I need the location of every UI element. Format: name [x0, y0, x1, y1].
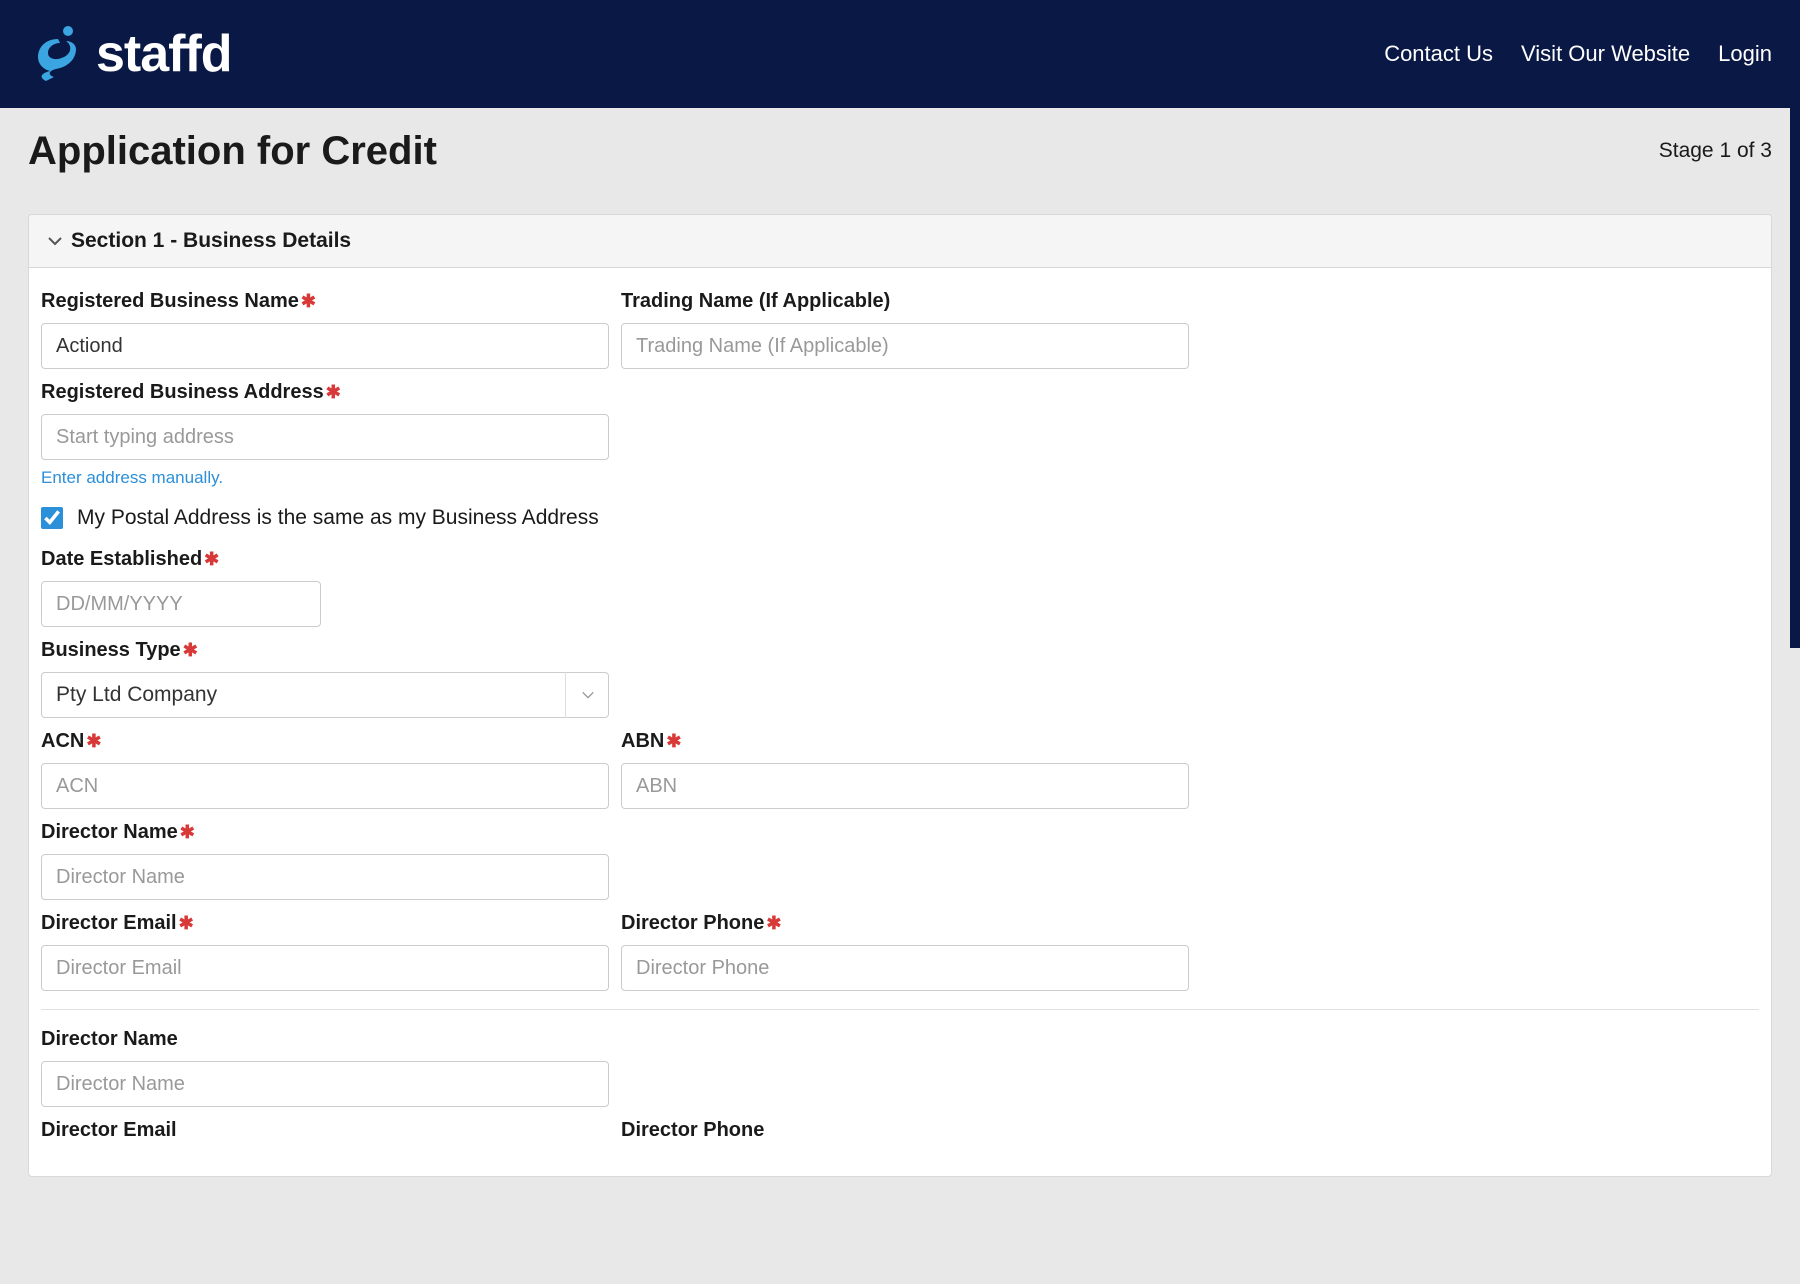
- business-type-label: Business Type✱: [41, 639, 609, 662]
- header: staffd Contact Us Visit Our Website Logi…: [0, 0, 1800, 108]
- chevron-down-icon: [47, 233, 63, 249]
- trading-name-input[interactable]: [621, 323, 1189, 369]
- director1-email-label: Director Email✱: [41, 912, 609, 935]
- date-established-label: Date Established✱: [41, 548, 321, 571]
- divider: [41, 1009, 1759, 1010]
- required-star-icon: ✱: [326, 382, 341, 402]
- director2-email-label: Director Email: [41, 1119, 609, 1142]
- director2-phone-label: Director Phone: [621, 1119, 1189, 1142]
- nav-login[interactable]: Login: [1718, 41, 1772, 67]
- required-star-icon: ✱: [766, 913, 781, 933]
- brand-name: staffd: [96, 24, 232, 84]
- trading-name-label: Trading Name (If Applicable): [621, 290, 1189, 313]
- section-1-header[interactable]: Section 1 - Business Details: [29, 215, 1771, 268]
- scrollbar-track: [1790, 108, 1800, 1284]
- section-1-body: Registered Business Name✱ Trading Name (…: [29, 268, 1771, 1176]
- logo: staffd: [28, 24, 232, 84]
- required-star-icon: ✱: [204, 549, 219, 569]
- title-bar: Application for Credit Stage 1 of 3: [0, 108, 1800, 194]
- postal-same-row: My Postal Address is the same as my Busi…: [41, 506, 1759, 530]
- required-star-icon: ✱: [180, 822, 195, 842]
- director2-name-group: Director Name: [41, 1028, 609, 1107]
- date-established-group: Date Established✱: [41, 548, 321, 627]
- director1-email-input[interactable]: [41, 945, 609, 991]
- scrollbar-thumb[interactable]: [1790, 108, 1800, 648]
- director2-email-group: Director Email: [41, 1119, 609, 1152]
- abn-label: ABN✱: [621, 730, 1189, 753]
- business-address-group: Registered Business Address✱ Enter addre…: [41, 381, 609, 488]
- nav-contact[interactable]: Contact Us: [1384, 41, 1493, 67]
- business-name-group: Registered Business Name✱: [41, 290, 609, 369]
- required-star-icon: ✱: [179, 913, 194, 933]
- acn-input[interactable]: [41, 763, 609, 809]
- director1-phone-group: Director Phone✱: [621, 912, 1189, 991]
- director1-name-input[interactable]: [41, 854, 609, 900]
- stage-indicator: Stage 1 of 3: [1659, 139, 1772, 163]
- postal-same-label: My Postal Address is the same as my Busi…: [77, 506, 599, 530]
- abn-input[interactable]: [621, 763, 1189, 809]
- business-name-label: Registered Business Name✱: [41, 290, 609, 313]
- required-star-icon: ✱: [86, 731, 101, 751]
- director1-phone-label: Director Phone✱: [621, 912, 1189, 935]
- business-name-input[interactable]: [41, 323, 609, 369]
- director1-email-group: Director Email✱: [41, 912, 609, 991]
- business-type-select[interactable]: Pty Ltd Company: [41, 672, 609, 718]
- director1-name-group: Director Name✱: [41, 821, 609, 900]
- brand-icon: [28, 25, 88, 83]
- date-established-input[interactable]: [41, 581, 321, 627]
- business-address-label: Registered Business Address✱: [41, 381, 609, 404]
- director2-name-input[interactable]: [41, 1061, 609, 1107]
- required-star-icon: ✱: [183, 640, 198, 660]
- required-star-icon: ✱: [301, 291, 316, 311]
- postal-same-checkbox[interactable]: [41, 507, 63, 529]
- nav-links: Contact Us Visit Our Website Login: [1384, 41, 1772, 67]
- section-1-title: Section 1 - Business Details: [71, 229, 351, 253]
- section-1-container: Section 1 - Business Details Registered …: [28, 214, 1772, 1177]
- director1-phone-input[interactable]: [621, 945, 1189, 991]
- content-wrapper: Section 1 - Business Details Registered …: [0, 194, 1800, 1177]
- business-type-group: Business Type✱ Pty Ltd Company: [41, 639, 609, 718]
- abn-group: ABN✱: [621, 730, 1189, 809]
- trading-name-group: Trading Name (If Applicable): [621, 290, 1189, 369]
- director2-phone-group: Director Phone: [621, 1119, 1189, 1152]
- enter-address-manually-link[interactable]: Enter address manually.: [41, 468, 223, 488]
- required-star-icon: ✱: [666, 731, 681, 751]
- nav-visit-website[interactable]: Visit Our Website: [1521, 41, 1690, 67]
- director2-name-label: Director Name: [41, 1028, 609, 1051]
- director1-name-label: Director Name✱: [41, 821, 609, 844]
- acn-group: ACN✱: [41, 730, 609, 809]
- page-title: Application for Credit: [28, 129, 437, 174]
- acn-label: ACN✱: [41, 730, 609, 753]
- business-address-input[interactable]: [41, 414, 609, 460]
